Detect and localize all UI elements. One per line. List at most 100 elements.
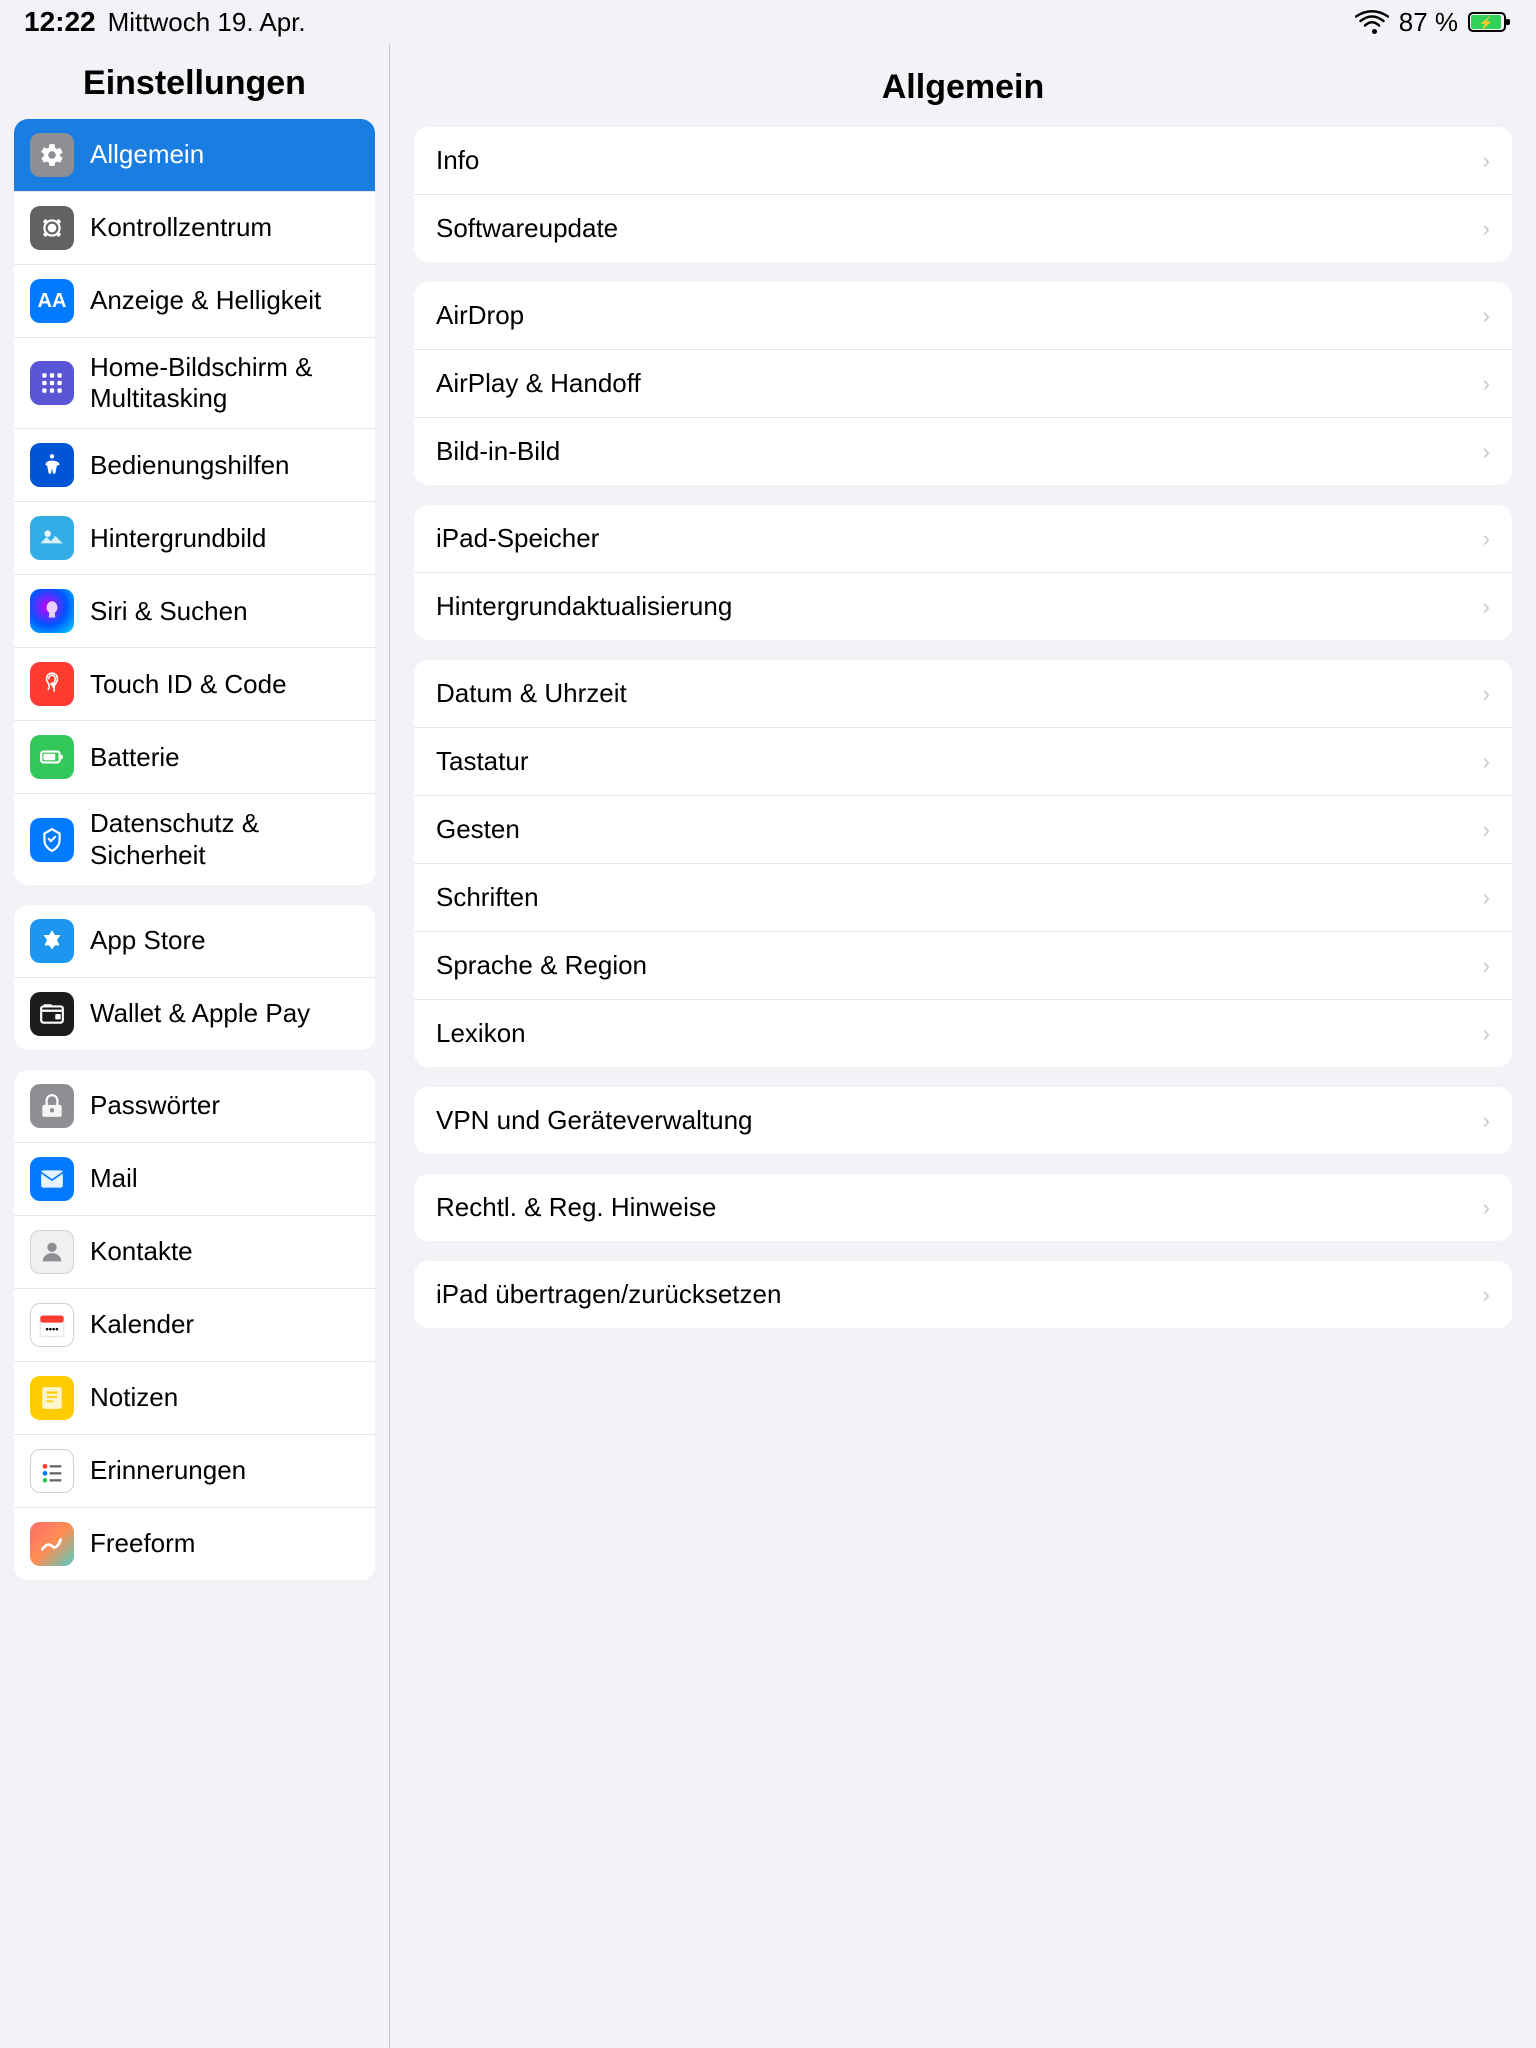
row-label-softwareupdate: Softwareupdate (436, 213, 618, 244)
row-label-schriften: Schriften (436, 882, 539, 913)
settings-row-info[interactable]: Info › (414, 127, 1512, 195)
wallet-icon (30, 992, 74, 1036)
settings-row-ipad-reset[interactable]: iPad übertragen/zurücksetzen › (414, 1261, 1512, 1328)
status-date: Mittwoch 19. Apr. (108, 7, 306, 38)
sidebar-item-batterie[interactable]: Batterie (14, 721, 375, 794)
settings-row-gesten[interactable]: Gesten › (414, 796, 1512, 864)
panel-title: Allgemein (414, 60, 1512, 127)
sidebar-item-appstore-label: App Store (90, 925, 206, 956)
chevron-bildinbild: › (1483, 439, 1490, 465)
battery-percent: 87 % (1399, 7, 1458, 38)
sidebar-item-freeform[interactable]: Freeform (14, 1508, 375, 1580)
row-label-vpn: VPN und Geräteverwaltung (436, 1105, 753, 1136)
sidebar-item-hintergrundbild[interactable]: Hintergrundbild (14, 502, 375, 575)
settings-row-sprache-region[interactable]: Sprache & Region › (414, 932, 1512, 1000)
accessibility-icon (30, 443, 74, 487)
sidebar-item-kontrollzentrum[interactable]: Kontrollzentrum (14, 192, 375, 265)
sidebar-item-mail[interactable]: Mail (14, 1143, 375, 1216)
settings-row-lexikon[interactable]: Lexikon › (414, 1000, 1512, 1067)
sidebar-item-touchid[interactable]: Touch ID & Code (14, 648, 375, 721)
row-label-tastatur: Tastatur (436, 746, 529, 777)
settings-row-hintergrundaktualisierung[interactable]: Hintergrundaktualisierung › (414, 573, 1512, 640)
settings-row-ipad-speicher[interactable]: iPad-Speicher › (414, 505, 1512, 573)
chevron-schriften: › (1483, 885, 1490, 911)
row-label-hintergrundaktualisierung: Hintergrundaktualisierung (436, 591, 732, 622)
row-label-ipad-reset: iPad übertragen/zurücksetzen (436, 1279, 781, 1310)
sidebar-item-datenschutz[interactable]: Datenschutz & Sicherheit (14, 794, 375, 884)
sidebar-item-kontakte[interactable]: Kontakte (14, 1216, 375, 1289)
sidebar-item-datenschutz-label: Datenschutz & Sicherheit (90, 808, 359, 870)
sidebar-item-siri[interactable]: Siri & Suchen (14, 575, 375, 648)
settings-row-airdrop[interactable]: AirDrop › (414, 282, 1512, 350)
sidebar-item-appstore[interactable]: App Store (14, 905, 375, 978)
sidebar-item-notizen[interactable]: Notizen (14, 1362, 375, 1435)
settings-group-vpn: VPN und Geräteverwaltung › (414, 1087, 1512, 1154)
chevron-hintergrundaktualisierung: › (1483, 594, 1490, 620)
sidebar-item-passwoerter[interactable]: Passwörter (14, 1070, 375, 1143)
sidebar-item-kalender[interactable]: •••• Kalender (14, 1289, 375, 1362)
chevron-gesten: › (1483, 817, 1490, 843)
chevron-info: › (1483, 148, 1490, 174)
svg-text:••••: •••• (45, 1324, 58, 1334)
sidebar-title: Einstellungen (0, 56, 389, 119)
sidebar-item-home-label: Home-Bildschirm & Multitasking (90, 352, 359, 414)
settings-row-tastatur[interactable]: Tastatur › (414, 728, 1512, 796)
settings-row-airplay[interactable]: AirPlay & Handoff › (414, 350, 1512, 418)
sidebar-item-home[interactable]: Home-Bildschirm & Multitasking (14, 338, 375, 429)
sidebar-item-bedienungshilfen-label: Bedienungshilfen (90, 450, 290, 481)
main-layout: Einstellungen Allgemein Kontrollzentrum (0, 44, 1536, 2048)
sidebar-item-kontakte-label: Kontakte (90, 1236, 193, 1267)
gear-icon (30, 133, 74, 177)
settings-row-softwareupdate[interactable]: Softwareupdate › (414, 195, 1512, 262)
sidebar-item-erinnerungen[interactable]: Erinnerungen (14, 1435, 375, 1508)
sidebar-item-wallet[interactable]: Wallet & Apple Pay (14, 978, 375, 1050)
row-label-gesten: Gesten (436, 814, 520, 845)
settings-group-locale: Datum & Uhrzeit › Tastatur › Gesten › Sc… (414, 660, 1512, 1067)
sidebar-group-store: App Store Wallet & Apple Pay (14, 905, 375, 1050)
kalender-icon: •••• (30, 1303, 74, 1347)
svg-text:⚡: ⚡ (1479, 16, 1494, 30)
sidebar-item-notizen-label: Notizen (90, 1382, 178, 1413)
settings-group-info: Info › Softwareupdate › (414, 127, 1512, 262)
chevron-ipad-speicher: › (1483, 526, 1490, 552)
siri-icon (30, 589, 74, 633)
sidebar-item-anzeige[interactable]: AA Anzeige & Helligkeit (14, 265, 375, 338)
status-bar: 12:22 Mittwoch 19. Apr. 87 % ⚡ (0, 0, 1536, 44)
home-icon (30, 361, 74, 405)
sidebar-item-siri-label: Siri & Suchen (90, 596, 248, 627)
row-label-ipad-speicher: iPad-Speicher (436, 523, 599, 554)
sidebar-item-erinnerungen-label: Erinnerungen (90, 1455, 246, 1486)
battery-icon: ⚡ (1468, 10, 1512, 34)
sidebar: Einstellungen Allgemein Kontrollzentrum (0, 44, 390, 2048)
row-label-info: Info (436, 145, 479, 176)
row-label-lexikon: Lexikon (436, 1018, 526, 1049)
erinnerungen-icon (30, 1449, 74, 1493)
row-label-sprache-region: Sprache & Region (436, 950, 647, 981)
anzeige-icon: AA (30, 279, 74, 323)
touchid-icon (30, 662, 74, 706)
chevron-airdrop: › (1483, 303, 1490, 329)
settings-row-bildinbild[interactable]: Bild-in-Bild › (414, 418, 1512, 485)
sidebar-group-apps: Passwörter Mail Kontakte •••• (14, 1070, 375, 1580)
settings-row-datum-uhrzeit[interactable]: Datum & Uhrzeit › (414, 660, 1512, 728)
status-time: 12:22 (24, 6, 96, 38)
wifi-icon (1355, 9, 1389, 35)
appstore-icon (30, 919, 74, 963)
sidebar-item-bedienungshilfen[interactable]: Bedienungshilfen (14, 429, 375, 502)
sidebar-item-allgemein-label: Allgemein (90, 139, 204, 170)
sidebar-item-kontrollzentrum-label: Kontrollzentrum (90, 212, 272, 243)
chevron-tastatur: › (1483, 749, 1490, 775)
sidebar-item-anzeige-label: Anzeige & Helligkeit (90, 285, 321, 316)
settings-row-vpn[interactable]: VPN und Geräteverwaltung › (414, 1087, 1512, 1154)
battery-settings-icon (30, 735, 74, 779)
status-right: 87 % ⚡ (1355, 7, 1512, 38)
datenschutz-icon (30, 818, 74, 862)
settings-row-schriften[interactable]: Schriften › (414, 864, 1512, 932)
settings-row-rechtliches[interactable]: Rechtl. & Reg. Hinweise › (414, 1174, 1512, 1241)
right-panel: Allgemein Info › Softwareupdate › AirDro… (390, 44, 1536, 2048)
sidebar-item-allgemein[interactable]: Allgemein (14, 119, 375, 192)
row-label-bildinbild: Bild-in-Bild (436, 436, 560, 467)
chevron-datum-uhrzeit: › (1483, 681, 1490, 707)
sidebar-item-passwoerter-label: Passwörter (90, 1090, 220, 1121)
row-label-rechtliches: Rechtl. & Reg. Hinweise (436, 1192, 716, 1223)
